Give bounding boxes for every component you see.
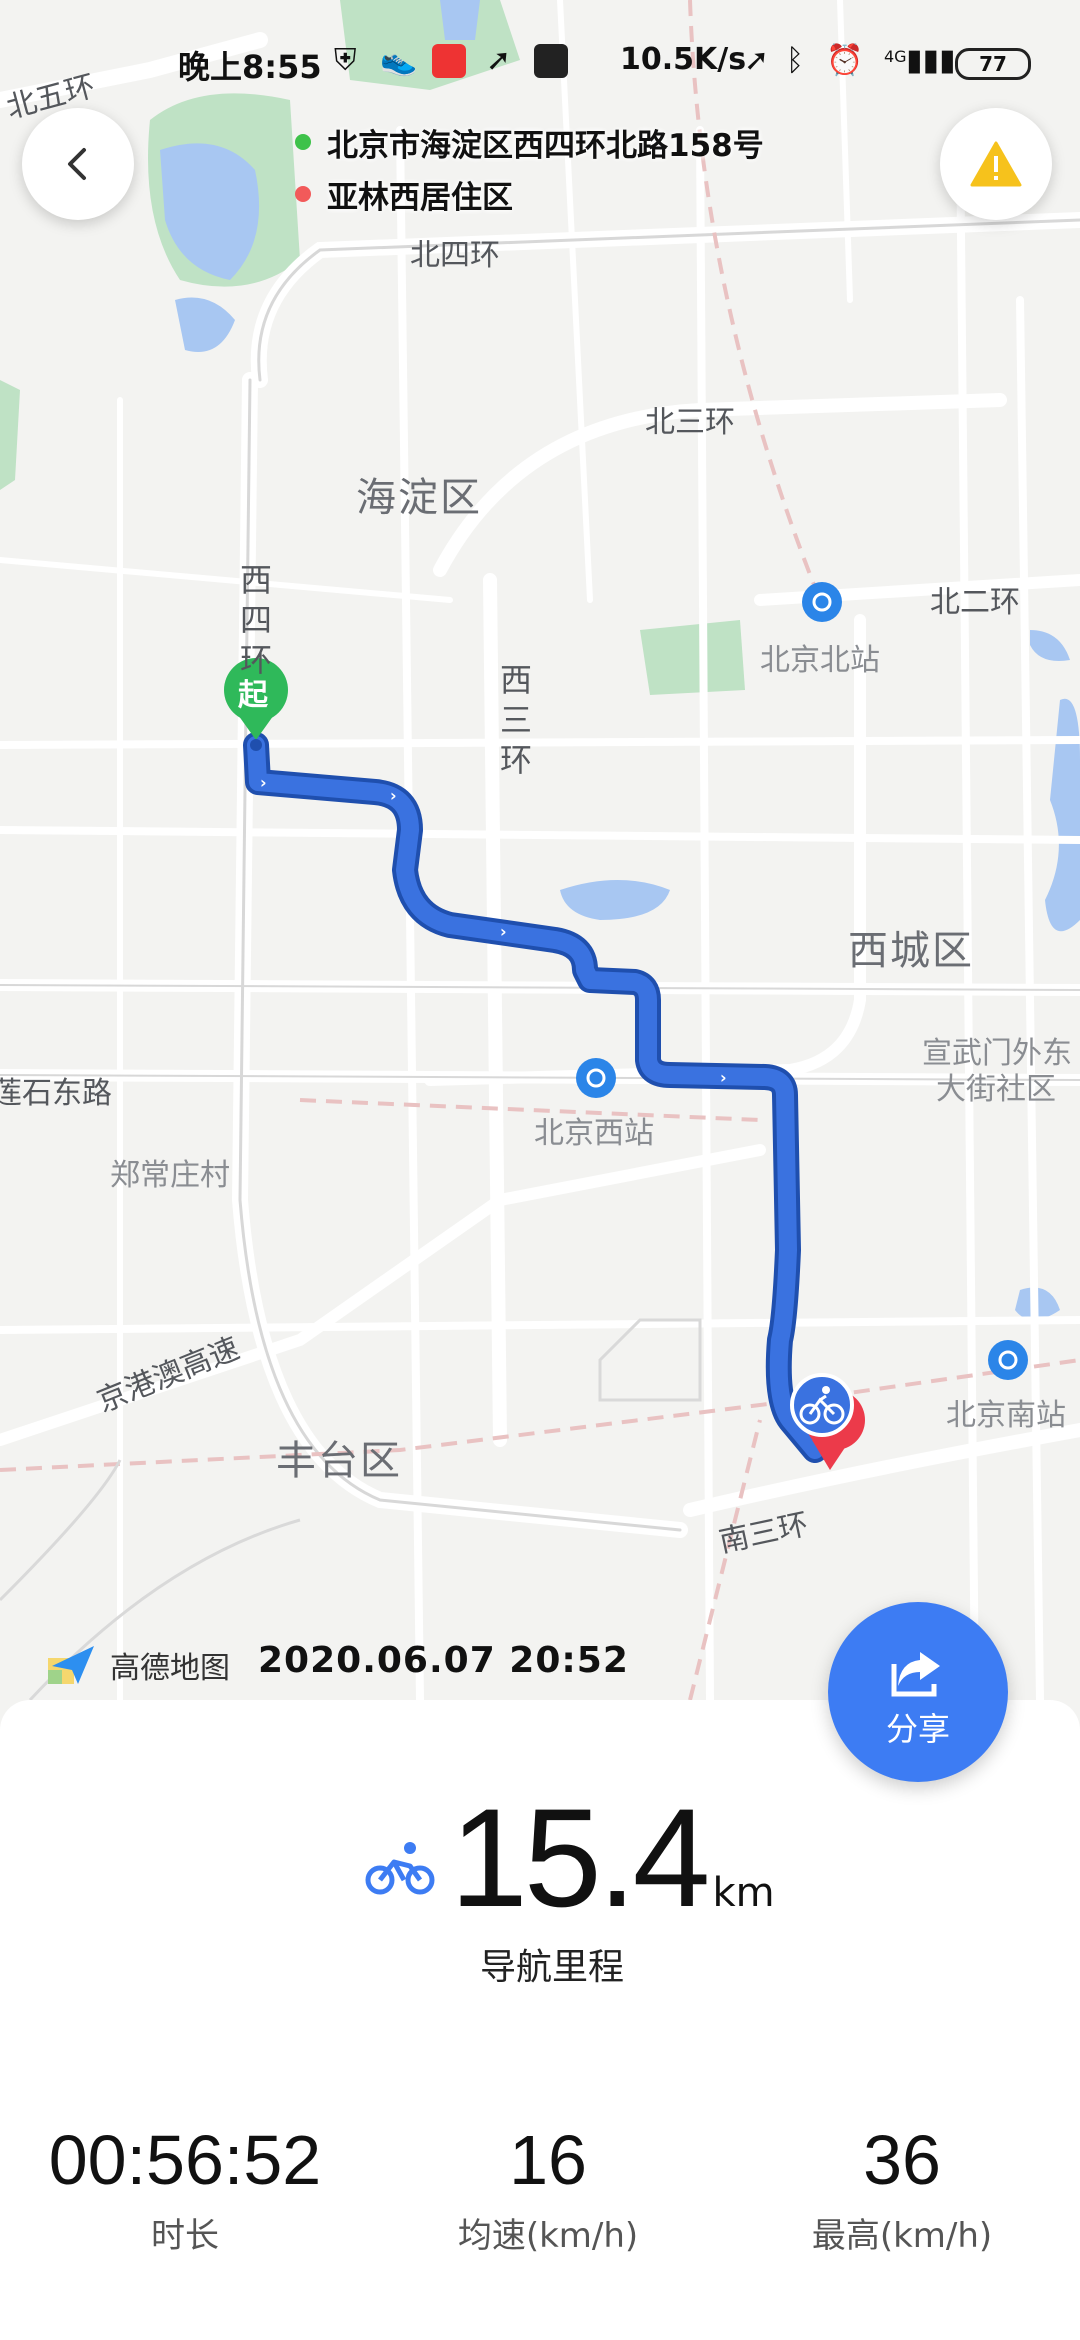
svg-text:›: ›	[260, 773, 267, 792]
bluetooth-icon: ᛒ	[786, 43, 804, 78]
share-icon	[891, 1652, 940, 1697]
battery-icon: 77	[955, 48, 1031, 80]
rider-marker	[790, 1373, 854, 1437]
map-label-haidian: 海淀区	[356, 475, 482, 521]
stat-label: 均速(km/h)	[457, 2216, 639, 2256]
svg-text:›: ›	[720, 1068, 727, 1087]
chevron-left-icon	[68, 148, 86, 180]
stat-duration: 00:56:52 时长	[35, 2120, 335, 2257]
start-address: 北京市海淀区西四环北路158号	[327, 127, 764, 164]
location-arrow-icon: ➚	[486, 43, 512, 78]
stat-average-speed: 16 均速(km/h)	[398, 2120, 698, 2257]
end-address-row: 亚林西居住区	[295, 168, 764, 220]
stat-value: 00:56:52	[48, 2121, 322, 2199]
map-brand-name: 高德地图	[110, 1651, 230, 1686]
station-marker	[988, 1340, 1028, 1380]
status-time: 晚上8:55	[178, 48, 322, 86]
map-datetime: 2020.06.07 20:52	[258, 1640, 629, 1681]
map-label-west3ring: 西三环	[499, 661, 532, 779]
route-endpoints: 北京市海淀区西四环北路158号 亚林西居住区	[295, 116, 764, 220]
status-bar: 晚上8:55 ⛨ 👟 ➚ 10.5K/s ➚ ᛒ ⏰ 4G ▮▮▮ 77	[0, 0, 1080, 110]
share-label: 分享	[885, 1710, 950, 1748]
stat-max-speed: 36 最高(km/h)	[752, 2120, 1052, 2257]
stat-label: 时长	[151, 2216, 219, 2256]
map-label-west4ring: 西四环	[239, 561, 272, 679]
end-dot	[295, 186, 311, 202]
station-marker	[576, 1058, 616, 1098]
distance-value: 15.4	[450, 1779, 710, 1936]
app-notification-icon	[432, 44, 466, 78]
start-address-row: 北京市海淀区西四环北路158号	[295, 116, 764, 168]
stat-label: 最高(km/h)	[811, 2216, 993, 2256]
map-label-beijing-west-station: 北京西站	[534, 1116, 654, 1151]
map-canvas[interactable]: › › › ›	[0, 0, 1080, 1730]
distance-row: 15.4 km	[450, 1779, 775, 1936]
network-type: 4G	[884, 47, 907, 66]
signal-icon: ▮▮▮	[906, 43, 956, 78]
shield-icon: ⛨	[334, 43, 357, 78]
start-dot	[295, 134, 311, 150]
map-label-xuanwumen2: 大街社区	[936, 1072, 1056, 1107]
map-label-zhengchang: 郑常庄村	[110, 1158, 230, 1193]
map-view[interactable]: › › › › 起 北五环 北四环 北三环 北二环 海淀区 西四环 西三环 北京…	[0, 0, 1080, 1730]
back-button[interactable]	[22, 108, 134, 220]
stat-value: 36	[863, 2121, 941, 2199]
distance-label: 导航里程	[479, 1947, 624, 1988]
station-marker	[802, 582, 842, 622]
end-address: 亚林西居住区	[327, 179, 513, 216]
map-label-xicheng: 西城区	[848, 928, 974, 974]
map-label-lianshi-road: 莲石东路	[0, 1076, 112, 1111]
stat-value: 16	[509, 2121, 587, 2199]
map-brand: 高德地图	[44, 1640, 230, 1690]
svg-text:›: ›	[390, 786, 397, 805]
network-speed: 10.5K/s	[620, 42, 747, 77]
svg-text:›: ›	[500, 922, 507, 941]
report-button[interactable]	[940, 108, 1052, 220]
map-label-fengtai: 丰台区	[276, 1438, 402, 1484]
shoe-icon: 👟	[380, 43, 418, 78]
map-label-north4ring: 北四环	[410, 238, 500, 273]
share-button[interactable]: 分享	[828, 1602, 1008, 1782]
navigation-icon	[534, 44, 568, 78]
bicycle-icon	[365, 1842, 435, 1895]
trip-summary-panel: 15.4 km 导航里程 00:56:52 时长 16 均速(km/h) 36 …	[0, 1700, 1080, 2340]
park-area	[640, 620, 745, 695]
distance-unit: km	[712, 1870, 775, 1916]
location-arrow-icon: ➚	[744, 43, 770, 78]
amap-logo-icon	[48, 1646, 94, 1684]
map-label-beijing-south-station: 北京南站	[946, 1398, 1066, 1433]
warning-icon	[970, 141, 1022, 187]
alarm-icon: ⏰	[826, 43, 864, 78]
map-label-north3ring: 北三环	[645, 405, 735, 440]
map-label-north2ring: 北二环	[930, 585, 1020, 620]
map-label-beijing-north-station: 北京北站	[760, 643, 880, 678]
